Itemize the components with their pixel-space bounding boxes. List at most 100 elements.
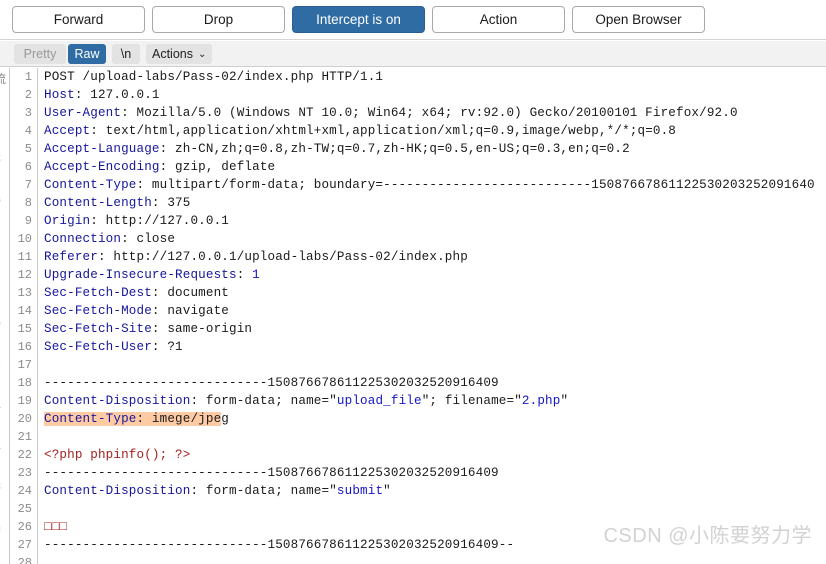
clipped-glyph-fragment: 1 bbox=[0, 398, 1, 412]
clipped-glyph-fragment: 6 bbox=[0, 193, 1, 207]
clipped-glyph-fragment: 流 bbox=[0, 73, 7, 87]
code-line[interactable]: 18 -----------------------------150876678… bbox=[10, 374, 826, 392]
line-number: 26 bbox=[17, 520, 32, 534]
toolbar-button-action[interactable]: Action bbox=[432, 6, 565, 33]
code-token: Host bbox=[44, 88, 75, 102]
code-line[interactable]: 23 -----------------------------150876678… bbox=[10, 464, 826, 482]
line-content: Accept-Encoding: gzip, deflate bbox=[38, 158, 275, 176]
line-number: 4 bbox=[24, 124, 32, 138]
line-number: 5 bbox=[24, 142, 32, 156]
code-token: Sec-Fetch-User bbox=[44, 340, 152, 354]
code-line[interactable]: 10 Connection: close bbox=[10, 230, 826, 248]
code-line[interactable]: 20 Content-Type: imege/jpeg bbox=[10, 410, 826, 428]
code-line[interactable]: 9 Origin: http://127.0.0.1 bbox=[10, 212, 826, 230]
code-token: Accept-Language bbox=[44, 142, 160, 156]
code-token: -----------------------------15087667861… bbox=[44, 376, 492, 390]
highlighted-token: Content-Type bbox=[44, 412, 137, 426]
request-code-area[interactable]: 1 POST /upload-labs/Pass-02/index.php HTT… bbox=[10, 68, 826, 564]
code-line[interactable]: 8 Content-Length: 375 bbox=[10, 194, 826, 212]
code-line[interactable]: 7 Content-Type: multipart/form-data; boun… bbox=[10, 176, 826, 194]
code-line[interactable]: 24 Content-Disposition: form-data; name="… bbox=[10, 482, 826, 500]
line-number: 21 bbox=[17, 430, 32, 444]
line-number: 18 bbox=[17, 376, 32, 390]
code-token: Accept-Encoding bbox=[44, 160, 160, 174]
line-number: 16 bbox=[17, 340, 32, 354]
code-line[interactable]: 21 bbox=[10, 428, 826, 446]
code-token: POST /upload-labs/Pass-02/index.php HTTP… bbox=[44, 70, 384, 84]
tab-actions[interactable]: Actions ⌄ bbox=[146, 44, 213, 64]
code-token: g bbox=[221, 412, 230, 426]
code-line[interactable]: 16 Sec-Fetch-User: ?1 bbox=[10, 338, 826, 356]
code-token: : close bbox=[121, 232, 176, 246]
line-number: 22 bbox=[17, 448, 32, 462]
code-line[interactable]: 15 Sec-Fetch-Site: same-origin bbox=[10, 320, 826, 338]
line-number: 19 bbox=[17, 394, 32, 408]
code-line[interactable]: 2 Host: 127.0.0.1 bbox=[10, 86, 826, 104]
line-gutter-divider bbox=[37, 356, 38, 374]
line-number: 15 bbox=[17, 322, 32, 336]
code-token: -----------------------------15087667861… bbox=[44, 538, 515, 552]
line-content: Content-Type: imege/jpeg bbox=[38, 410, 229, 428]
code-token: Content-Disposition bbox=[44, 394, 191, 408]
code-token: : multipart/form-data; boundary=--------… bbox=[136, 178, 815, 192]
code-token: Referer bbox=[44, 250, 98, 264]
watermark: CSDN @小陈要努力学 bbox=[603, 525, 812, 547]
code-line[interactable]: 11 Referer: http://127.0.0.1/upload-labs/… bbox=[10, 248, 826, 266]
toolbar-button-intercept-is-on[interactable]: Intercept is on bbox=[292, 6, 425, 33]
line-content: Accept-Language: zh-CN,zh;q=0.8,zh-TW;q=… bbox=[38, 140, 630, 158]
code-token: : zh-CN,zh;q=0.8,zh-TW;q=0.7,zh-HK;q=0.5… bbox=[159, 142, 630, 156]
code-token: 2.php bbox=[521, 394, 561, 408]
code-line[interactable]: 25 bbox=[10, 500, 826, 518]
code-line[interactable]: 17 bbox=[10, 356, 826, 374]
line-content: Accept: text/html,application/xhtml+xml,… bbox=[38, 122, 676, 140]
code-line[interactable]: 14 Sec-Fetch-Mode: navigate bbox=[10, 302, 826, 320]
code-line[interactable]: 6 Accept-Encoding: gzip, deflate bbox=[10, 158, 826, 176]
tab-raw[interactable]: Raw bbox=[68, 44, 106, 64]
line-number: 6 bbox=[24, 160, 32, 174]
toolbar-button-forward[interactable]: Forward bbox=[12, 6, 145, 33]
code-token: : text/html,application/xhtml+xml,applic… bbox=[90, 124, 677, 138]
clipped-glyph-fragment: 3 bbox=[0, 480, 1, 494]
code-token: Content-Disposition bbox=[44, 484, 191, 498]
line-content: -----------------------------15087667861… bbox=[38, 536, 514, 554]
code-token: Accept bbox=[44, 124, 91, 138]
line-number: 9 bbox=[24, 214, 32, 228]
line-content: -----------------------------15087667861… bbox=[38, 374, 499, 392]
line-number: 7 bbox=[24, 178, 32, 192]
tab-pretty[interactable]: Pretty bbox=[14, 44, 66, 64]
raw-request-editor[interactable]: 流(C6((6s113n 1POST /upload-labs/Pass-02/… bbox=[0, 68, 826, 564]
code-line[interactable]: 1 POST /upload-labs/Pass-02/index.php HTT… bbox=[10, 68, 826, 86]
line-number: 1 bbox=[24, 70, 32, 84]
code-line[interactable]: 19 Content-Disposition: form-data; name="… bbox=[10, 392, 826, 410]
code-token: User-Agent bbox=[44, 106, 122, 120]
toolbar-button-open-browser[interactable]: Open Browser bbox=[572, 6, 705, 33]
code-token: Sec-Fetch-Dest bbox=[44, 286, 152, 300]
clipped-glyph-fragment: n bbox=[0, 521, 1, 535]
clipped-glyph-fragment: 6 bbox=[0, 316, 1, 330]
code-line[interactable]: 3 User-Agent: Mozilla/5.0 (Windows NT 10.… bbox=[10, 104, 826, 122]
line-number: 27 bbox=[17, 538, 32, 552]
tab-n[interactable]: \n bbox=[112, 44, 140, 64]
code-line[interactable]: 5 Accept-Language: zh-CN,zh;q=0.8,zh-TW;q… bbox=[10, 140, 826, 158]
line-number: 25 bbox=[17, 502, 32, 516]
line-number: 10 bbox=[17, 232, 32, 246]
code-line[interactable]: 28 bbox=[10, 554, 826, 564]
line-content: Host: 127.0.0.1 bbox=[38, 86, 160, 104]
line-number: 2 bbox=[24, 88, 32, 102]
highlighted-token: : imege/jpe bbox=[136, 412, 222, 426]
line-content: User-Agent: Mozilla/5.0 (Windows NT 10.0… bbox=[38, 104, 738, 122]
code-token: : http://127.0.0.1/upload-labs/Pass-02/i… bbox=[97, 250, 468, 264]
code-line[interactable]: 4 Accept: text/html,application/xhtml+xml… bbox=[10, 122, 826, 140]
line-number: 24 bbox=[17, 484, 32, 498]
code-token: : document bbox=[151, 286, 229, 300]
tab-label: \n bbox=[120, 47, 132, 61]
code-line[interactable]: 13 Sec-Fetch-Dest: document bbox=[10, 284, 826, 302]
code-token: : form-data; name=" bbox=[190, 394, 337, 408]
toolbar-button-drop[interactable]: Drop bbox=[152, 6, 285, 33]
code-line[interactable]: 22 <?php phpinfo(); ?> bbox=[10, 446, 826, 464]
code-token: " bbox=[383, 484, 391, 498]
line-number: 14 bbox=[17, 304, 32, 318]
tab-label: Actions bbox=[152, 47, 193, 61]
code-token: Content-Type bbox=[44, 178, 137, 192]
code-line[interactable]: 12 Upgrade-Insecure-Requests: 1 bbox=[10, 266, 826, 284]
